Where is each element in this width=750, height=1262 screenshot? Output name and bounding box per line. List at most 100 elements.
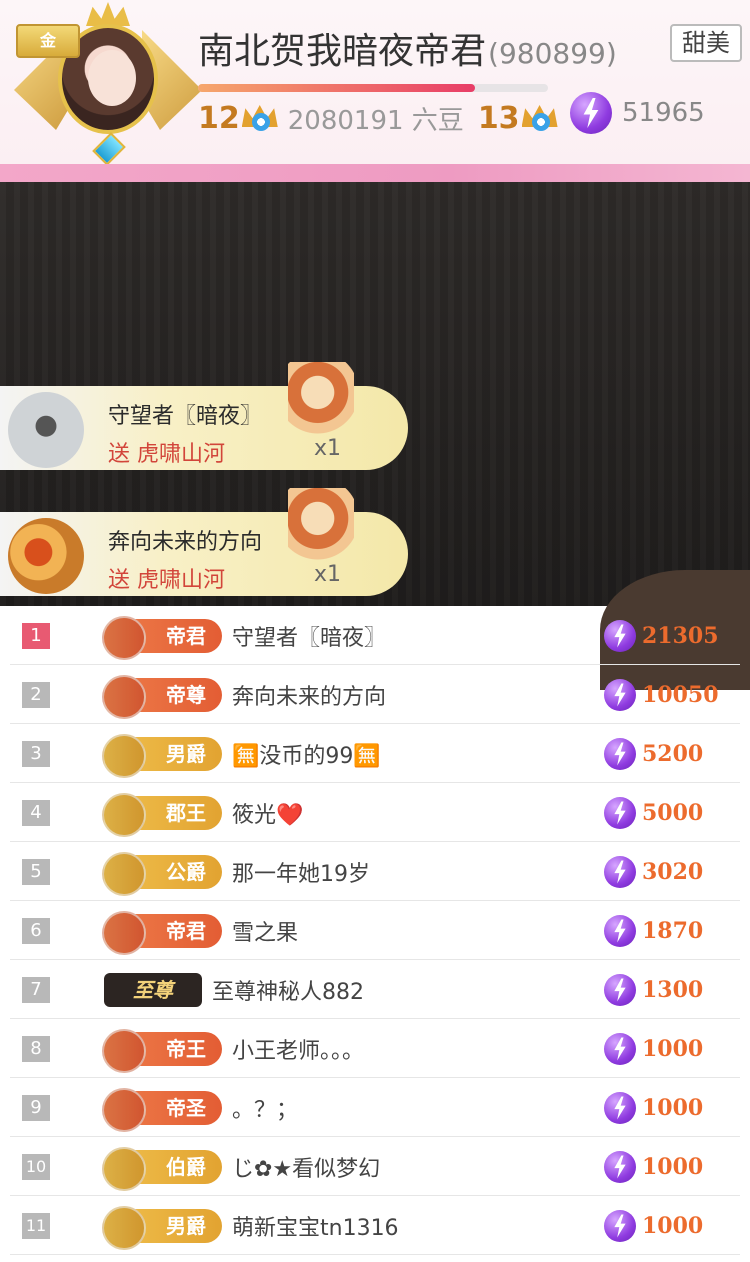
user-coins: 5200 xyxy=(604,738,703,770)
user-name: 奔向未来的方向 xyxy=(232,685,387,710)
crown-icon xyxy=(242,103,278,133)
coin-total-value: 51965 xyxy=(622,98,705,128)
coin-total: 51965 xyxy=(570,92,705,134)
lightning-coin-icon xyxy=(604,974,636,1006)
ranking-row[interactable]: 2 帝尊 奔向未来的方向 10050 xyxy=(0,665,750,724)
host-id: (980899) xyxy=(488,37,617,70)
rank-number: 11 xyxy=(22,1213,50,1239)
tiger-gift-icon xyxy=(288,362,354,438)
user-coins: 1870 xyxy=(604,915,703,947)
coin-value: 3020 xyxy=(642,859,704,885)
user-coins: 1000 xyxy=(604,1033,703,1065)
rank-number: 1 xyxy=(22,623,50,649)
lightning-coin-icon xyxy=(604,856,636,888)
user-coins: 1000 xyxy=(604,1151,703,1183)
beans-count: 2080191 六豆 xyxy=(287,105,464,136)
rank-number: 2 xyxy=(22,682,50,708)
rank-number: 4 xyxy=(22,800,50,826)
noble-badge: 帝王 xyxy=(104,1032,222,1066)
gift-action: 送 虎啸山河 xyxy=(108,442,225,467)
user-coins: 21305 xyxy=(604,620,719,652)
host-name: 南北贺我暗夜帝君 xyxy=(198,31,487,72)
host-name-row: 南北贺我暗夜帝君 (980899) xyxy=(198,22,617,72)
noble-badge: 帝尊 xyxy=(104,678,222,712)
coin-value: 21305 xyxy=(642,623,719,649)
noble-badge: 帝君 xyxy=(104,619,222,653)
host-tag[interactable]: 甜美 xyxy=(670,24,742,62)
lightning-coin-icon xyxy=(604,797,636,829)
rank-number: 7 xyxy=(22,977,50,1003)
user-name: 萌新宝宝tn1316 xyxy=(232,1216,399,1241)
user-name: 守望者〖暗夜〗 xyxy=(232,626,387,651)
user-name: 雪之果 xyxy=(232,921,299,946)
user-name: 那一年她19岁 xyxy=(232,862,370,887)
host-avatar[interactable]: 金 xyxy=(2,0,202,170)
coin-value: 1000 xyxy=(642,1036,704,1062)
gift-action: 送 虎啸山河 xyxy=(108,568,225,593)
lightning-coin-icon xyxy=(604,738,636,770)
user-coins: 1300 xyxy=(604,974,703,1006)
gift-banner: 奔向未来的方向 送 虎啸山河 x1 xyxy=(0,488,408,596)
user-coins: 10050 xyxy=(604,679,719,711)
lightning-coin-icon xyxy=(604,1151,636,1183)
ranking-row[interactable]: 6 帝君 雪之果 1870 xyxy=(0,901,750,960)
user-name: 。？； xyxy=(232,1098,299,1123)
next-level: 13 xyxy=(477,100,520,136)
ranking-row[interactable]: 1 帝君 守望者〖暗夜〗 21305 xyxy=(0,606,750,665)
coin-value: 5000 xyxy=(642,800,704,826)
noble-badge: 男爵 xyxy=(104,1209,222,1243)
current-level: 12 xyxy=(198,100,240,136)
gift-sender-avatar[interactable] xyxy=(8,392,84,468)
gift-sender-name: 守望者〖暗夜〗 xyxy=(108,404,263,429)
level-row: 12 2080191 六豆 13 xyxy=(198,96,558,140)
level-progress-fill xyxy=(198,84,475,92)
lightning-coin-icon xyxy=(604,620,636,652)
user-name: 至尊神秘人882 xyxy=(212,980,364,1005)
host-header: 金 南北贺我暗夜帝君 (980899) 甜美 12 2080191 六豆 13 … xyxy=(0,0,750,182)
user-name: 筱光❤️ xyxy=(232,803,304,828)
noble-badge: 至尊 xyxy=(104,973,202,1007)
ranking-row[interactable]: 10 伯爵 じ✿★看似梦幻 1000 xyxy=(0,1137,750,1196)
coin-value: 1870 xyxy=(642,918,704,944)
gem-ornament-icon xyxy=(92,132,126,166)
noble-badge: 伯爵 xyxy=(104,1150,222,1184)
user-coins: 3020 xyxy=(604,856,703,888)
lightning-coin-icon xyxy=(604,1210,636,1242)
coin-value: 1000 xyxy=(642,1154,704,1180)
rank-number: 8 xyxy=(22,1036,50,1062)
lightning-coin-icon xyxy=(604,1092,636,1124)
rank-number: 5 xyxy=(22,859,50,885)
lightning-coin-icon xyxy=(570,92,612,134)
ranking-row[interactable]: 9 帝圣。？； 1000 xyxy=(0,1078,750,1137)
lightning-coin-icon xyxy=(604,1033,636,1065)
gift-sender-name: 奔向未来的方向 xyxy=(108,530,263,555)
user-name: 🈚没币的99🈚 xyxy=(232,744,381,769)
crown-icon xyxy=(522,103,558,133)
rank-number: 3 xyxy=(22,741,50,767)
ranking-row[interactable]: 3 男爵 🈚没币的99🈚 5200 xyxy=(0,724,750,783)
ranking-row[interactable]: 5 公爵 那一年她19岁 3020 xyxy=(0,842,750,901)
coin-value: 1000 xyxy=(642,1213,704,1239)
noble-badge: 帝君 xyxy=(104,914,222,948)
coin-value: 5200 xyxy=(642,741,704,767)
noble-badge: 公爵 xyxy=(104,855,222,889)
user-coins: 1000 xyxy=(604,1092,703,1124)
gift-count: x1 xyxy=(314,436,342,461)
lightning-coin-icon xyxy=(604,679,636,711)
gold-rank-badge: 金 xyxy=(16,24,80,58)
user-coins: 1000 xyxy=(604,1210,703,1242)
rank-number: 9 xyxy=(22,1095,50,1121)
ranking-row[interactable]: 4 郡王 筱光❤️ 5000 xyxy=(0,783,750,842)
coin-value: 1000 xyxy=(642,1095,704,1121)
noble-badge: 帝圣 xyxy=(104,1091,222,1125)
user-name: じ✿★看似梦幻 xyxy=(232,1157,381,1182)
ranking-row[interactable]: 8 帝王 小王老师。。。 1000 xyxy=(0,1019,750,1078)
gift-sender-avatar[interactable] xyxy=(8,518,84,594)
coin-value: 1300 xyxy=(642,977,704,1003)
gift-banner: 守望者〖暗夜〗 送 虎啸山河 x1 xyxy=(0,362,408,470)
rank-number: 10 xyxy=(22,1154,50,1180)
ranking-row[interactable]: 11 男爵 萌新宝宝tn1316 1000 xyxy=(0,1196,750,1255)
ranking-row[interactable]: 7 至尊 至尊神秘人882 1300 xyxy=(0,960,750,1019)
level-progress-bar xyxy=(198,84,548,92)
crown-ornament-icon xyxy=(86,2,130,26)
